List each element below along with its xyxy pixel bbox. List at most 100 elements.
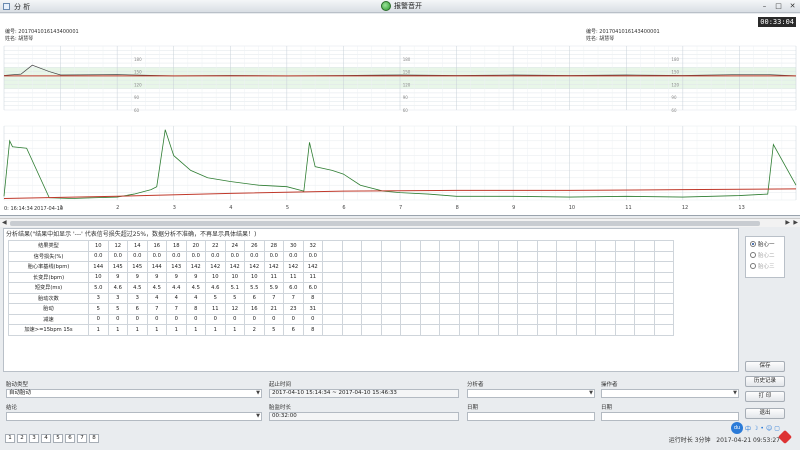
radio-option[interactable]: 胎心三 — [750, 262, 784, 270]
scroll-right-icon[interactable]: ▶ — [785, 219, 790, 226]
results-empty-cell — [634, 313, 655, 325]
ctg-chart-area[interactable]: 180 150 120 90 60 180 150 120 90 60 180 150 120 90 60 1… — [0, 14, 800, 227]
results-row-label: 信号损失(%) — [8, 250, 89, 262]
results-empty-cell — [653, 292, 674, 304]
y-tick-label: 90 — [671, 95, 677, 100]
results-empty-cell — [322, 250, 343, 262]
scroll-end-icon[interactable]: ▶ — [793, 219, 798, 226]
results-cell: 0 — [283, 313, 304, 325]
results-cell: 16 — [244, 303, 265, 315]
radio-button-icon — [750, 252, 756, 258]
x-tick-label: 6 — [342, 205, 345, 211]
exit-button[interactable]: 退出 — [745, 408, 785, 419]
results-empty-cell — [536, 282, 557, 294]
results-empty-cell — [634, 303, 655, 315]
du-logo-icon[interactable]: du — [731, 422, 743, 434]
page-button[interactable]: 4 — [41, 434, 51, 443]
results-empty-cell — [595, 240, 616, 252]
results-empty-cell — [458, 324, 479, 336]
page-button[interactable]: 8 — [89, 434, 99, 443]
results-empty-cell — [575, 282, 596, 294]
radio-option[interactable]: 胎心一 — [750, 240, 784, 248]
y-tick-label: 150 — [671, 70, 679, 75]
chevron-down-icon: ▼ — [256, 413, 260, 419]
moon-icon[interactable]: ☽ — [753, 425, 758, 432]
page-button[interactable]: 3 — [29, 434, 39, 443]
results-empty-cell — [439, 313, 460, 325]
results-cell: 0 — [205, 313, 226, 325]
close-button[interactable]: ✕ — [787, 1, 798, 11]
page-button[interactable]: 2 — [17, 434, 27, 443]
results-cell: 0 — [146, 313, 167, 325]
page-button[interactable]: 5 — [53, 434, 63, 443]
results-cell: 9 — [185, 271, 206, 283]
results-note: 分析结果("结果中如显示 '---' 代表信号损失超过25%，数据分析不准确，不… — [6, 231, 257, 238]
shirt-icon[interactable]: ▢ — [774, 425, 780, 432]
lang-toggle[interactable]: 中 — [745, 424, 751, 433]
conclusion-select[interactable]: ▼ — [6, 412, 262, 421]
page-button[interactable]: 7 — [77, 434, 87, 443]
x-tick-label: 3 — [173, 205, 176, 211]
y-tick-label: 60 — [134, 108, 140, 113]
results-cell: 10 — [205, 271, 226, 283]
results-empty-cell — [556, 250, 577, 262]
heart-icon — [777, 429, 793, 445]
date2-field[interactable] — [601, 412, 739, 421]
results-cell: 10 — [88, 271, 109, 283]
results-empty-cell — [653, 261, 674, 273]
print-button[interactable]: 打 印 — [745, 391, 785, 402]
x-tick-label: 13 — [738, 205, 744, 211]
results-empty-cell — [341, 271, 362, 283]
scrollbar-thumb[interactable] — [10, 221, 760, 226]
results-row: 信号损失(%) 0.0 0.0 0.0 0.0 0.0 0.0 0.0 0.0 0.0 0.0 0.0… — [8, 250, 674, 262]
results-empty-cell — [380, 282, 401, 294]
results-empty-cell — [536, 303, 557, 315]
results-row-label: 胎心率基线(bpm) — [8, 261, 89, 273]
x-tick-label: 10 — [569, 205, 575, 211]
alarm-toggle[interactable]: 报警音开 — [381, 1, 422, 11]
results-empty-cell — [614, 303, 635, 315]
results-cell: 11 — [302, 271, 323, 283]
results-cell: 1 — [107, 324, 128, 336]
results-empty-cell — [361, 303, 382, 315]
results-empty-cell — [536, 240, 557, 252]
minimize-button[interactable]: – — [759, 1, 770, 11]
results-empty-cell — [497, 261, 518, 273]
fm-type-select[interactable]: 自动胎动 ▼ — [6, 389, 262, 398]
results-empty-cell — [419, 250, 440, 262]
results-empty-cell — [458, 292, 479, 304]
save-button[interactable]: 保存 — [745, 361, 785, 372]
results-empty-cell — [341, 313, 362, 325]
results-cell: 2 — [244, 324, 265, 336]
results-empty-cell — [322, 303, 343, 315]
page-button[interactable]: 6 — [65, 434, 75, 443]
scroll-left-icon[interactable]: ◀ — [2, 219, 7, 226]
y-tick-label: 120 — [403, 82, 411, 87]
results-empty-cell — [419, 261, 440, 273]
analyst-select[interactable]: ▼ — [467, 389, 595, 398]
results-empty-cell — [497, 250, 518, 262]
results-cell: 143 — [166, 261, 187, 273]
results-empty-cell — [380, 292, 401, 304]
maximize-button[interactable]: □ — [773, 1, 784, 11]
history-button[interactable]: 历史记录 — [745, 376, 785, 387]
results-empty-cell — [341, 250, 362, 262]
results-empty-cell — [595, 303, 616, 315]
results-empty-cell — [595, 261, 616, 273]
chart-scrollbar[interactable]: ◀ ▶ ▶ — [0, 218, 800, 227]
operator-label: 操作者 — [601, 382, 618, 388]
results-cell: 1 — [224, 324, 245, 336]
operator-select[interactable]: ▼ — [601, 389, 739, 398]
results-empty-cell — [400, 250, 421, 262]
smile-icon[interactable]: ☺ — [766, 425, 772, 432]
date1-field[interactable] — [467, 412, 595, 421]
radio-option[interactable]: 胎心二 — [750, 251, 784, 259]
results-cell: 4.6 — [205, 282, 226, 294]
results-empty-cell — [497, 313, 518, 325]
dot-icon[interactable]: • — [760, 425, 764, 432]
x-tick-label: 8 — [456, 205, 459, 211]
results-cell: 0 — [166, 313, 187, 325]
results-empty-cell — [614, 250, 635, 262]
results-empty-cell — [595, 313, 616, 325]
page-button[interactable]: 1 — [5, 434, 15, 443]
